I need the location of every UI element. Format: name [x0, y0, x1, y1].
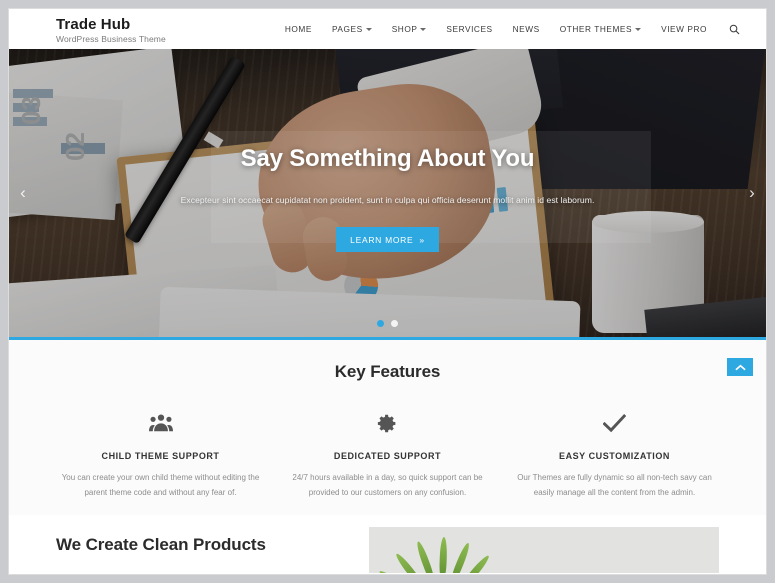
- hero-title: Say Something About You: [240, 145, 535, 172]
- nav-label: NEWS: [512, 24, 540, 34]
- site-tagline: WordPress Business Theme: [56, 33, 166, 44]
- clean-products-image: [369, 526, 719, 573]
- feature-text: Our Themes are fully dynamic so all non-…: [517, 473, 712, 497]
- arrow-right-icon: »: [419, 234, 425, 245]
- slider-prev-button[interactable]: ‹: [11, 176, 35, 210]
- nav-item-pages[interactable]: PAGES: [322, 20, 382, 38]
- slider-pagination: [9, 320, 766, 327]
- nav-item-home[interactable]: HOME: [275, 20, 322, 38]
- slider-dot-2[interactable]: [391, 320, 398, 327]
- feature-easy-customization: EASY CUSTOMIZATION Our Themes are fully …: [501, 406, 728, 501]
- slider-dot-1[interactable]: [377, 320, 384, 327]
- nav-label: HOME: [284, 24, 312, 34]
- learn-more-button[interactable]: LEARN MORE »: [336, 227, 439, 252]
- key-features-section: Key Features CHILD THEME SUPPORT You can…: [9, 340, 766, 515]
- site-header: Trade Hub WordPress Business Theme HOME …: [9, 9, 766, 49]
- learn-more-label: LEARN MORE: [350, 234, 414, 245]
- chevron-down-icon: [420, 28, 427, 31]
- section-title: Key Features: [334, 362, 441, 381]
- nav-label: SERVICES: [446, 24, 493, 34]
- features-row: CHILD THEME SUPPORT You can create your …: [9, 406, 766, 501]
- search-icon[interactable]: [717, 20, 746, 39]
- nav-label: SHOP: [391, 24, 418, 34]
- nav-item-news[interactable]: NEWS: [503, 20, 550, 38]
- users-group-icon: [61, 406, 260, 440]
- clean-products-section: We Create Clean Products: [9, 514, 766, 573]
- site-title: Trade Hub: [56, 15, 131, 33]
- check-icon: [515, 406, 714, 440]
- feature-title: CHILD THEME SUPPORT: [101, 451, 220, 461]
- feature-dedicated-support: DEDICATED SUPPORT 24/7 hours available i…: [274, 406, 501, 501]
- clean-products-title: We Create Clean Products: [56, 534, 266, 554]
- chevron-up-icon: [734, 364, 746, 370]
- clean-products-text: We Create Clean Products: [56, 527, 345, 573]
- nav-item-services[interactable]: SERVICES: [436, 20, 502, 38]
- main-navigation: HOME PAGES SHOP SERVICES NEWS OTHER THEM…: [275, 20, 754, 39]
- hero-content: Say Something About You Excepteur sint o…: [9, 145, 766, 252]
- chevron-down-icon: [365, 28, 372, 31]
- feature-title: EASY CUSTOMIZATION: [559, 451, 670, 461]
- slider-next-button[interactable]: ›: [740, 176, 764, 210]
- hero-slider: 03 02 hand y: [9, 49, 766, 337]
- feature-text: 24/7 hours available in a day, so quick …: [292, 473, 483, 497]
- nav-label: VIEW PRO: [661, 24, 707, 34]
- plant-illustration: [377, 533, 506, 573]
- site-branding[interactable]: Trade Hub WordPress Business Theme: [56, 15, 166, 44]
- chevron-down-icon: [635, 28, 642, 31]
- gear-icon: [288, 406, 487, 440]
- nav-label: OTHER THEMES: [559, 24, 633, 34]
- nav-item-view-pro[interactable]: VIEW PRO: [651, 20, 717, 38]
- nav-label: PAGES: [331, 24, 363, 34]
- feature-title: DEDICATED SUPPORT: [333, 451, 442, 461]
- hero-subtitle: Excepteur sint occaecat cupidatat non pr…: [180, 195, 595, 205]
- nav-item-other-themes[interactable]: OTHER THEMES: [550, 20, 651, 38]
- browser-page: Trade Hub WordPress Business Theme HOME …: [8, 8, 767, 575]
- scroll-to-top-button[interactable]: [727, 358, 753, 376]
- nav-item-shop[interactable]: SHOP: [382, 20, 437, 38]
- feature-text: You can create your own child theme with…: [61, 473, 260, 497]
- feature-child-theme-support: CHILD THEME SUPPORT You can create your …: [47, 406, 274, 501]
